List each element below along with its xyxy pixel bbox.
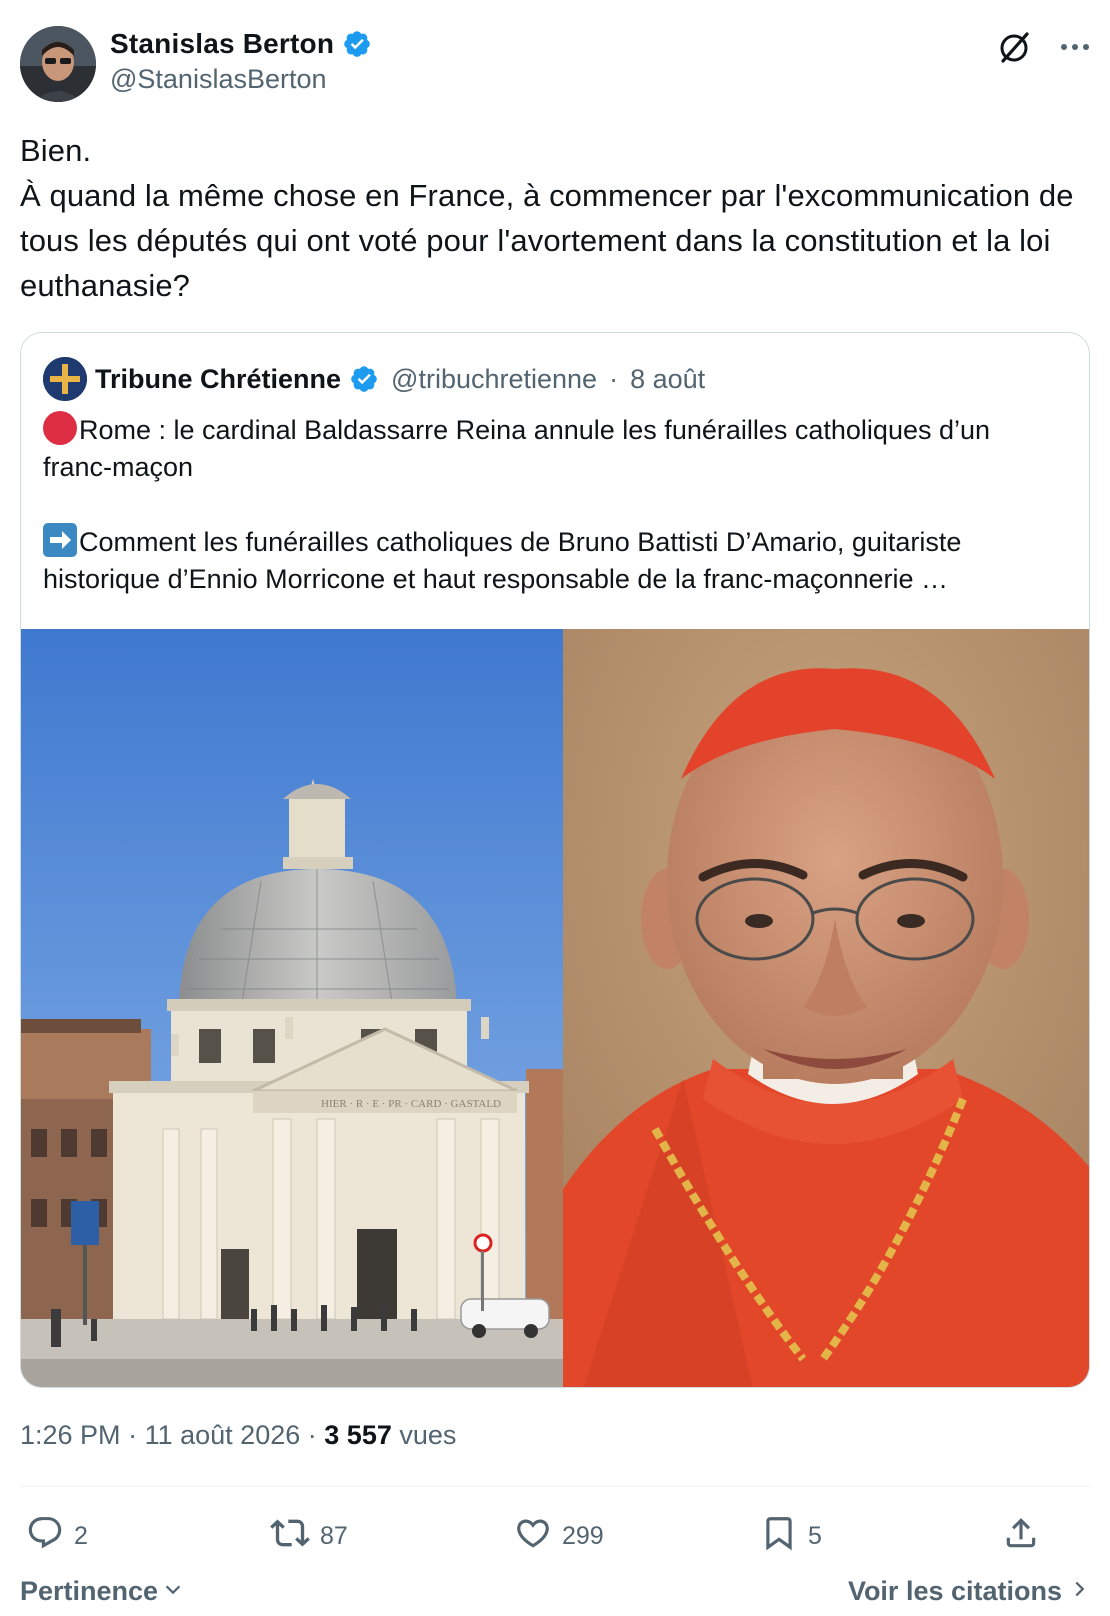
meta-separator: · <box>307 1420 317 1450</box>
church-photo[interactable]: HIER · R · E · PR · CARD · GASTALD <box>21 629 563 1387</box>
quoted-tweet-header: Tribune Chrétienne @tribuchretienne · 8 … <box>43 357 705 401</box>
bookmark-count: 5 <box>808 1521 822 1550</box>
tweet-date[interactable]: 11 août 2026 <box>145 1420 301 1450</box>
chevron-down-icon <box>162 1576 184 1607</box>
verified-badge-icon[interactable] <box>349 364 379 394</box>
verified-badge-icon[interactable] <box>342 29 372 59</box>
author-block: Stanislas Berton @StanislasBerton <box>110 28 372 95</box>
replies-footer: Pertinence Voir les citations <box>20 1576 1090 1612</box>
like-button[interactable]: 299 <box>514 1508 604 1564</box>
red-circle-emoji-icon <box>43 411 77 445</box>
grok-icon[interactable] <box>998 30 1032 64</box>
meta-separator: · <box>128 1420 138 1450</box>
repost-icon <box>270 1513 310 1560</box>
author-display-name[interactable]: Stanislas Berton <box>110 28 334 60</box>
reply-count: 2 <box>74 1521 88 1550</box>
view-quotes-label: Voir les citations <box>847 1576 1062 1606</box>
quoted-avatar[interactable] <box>43 357 87 401</box>
author-handle[interactable]: @StanislasBerton <box>110 64 372 95</box>
reply-icon <box>26 1514 64 1559</box>
share-button[interactable] <box>1002 1508 1040 1564</box>
share-icon <box>1002 1514 1040 1559</box>
views-count: 3 557 <box>324 1420 392 1450</box>
tweet-time[interactable]: 1:26 PM <box>20 1420 121 1450</box>
divider <box>20 1486 1090 1487</box>
quoted-tweet[interactable]: Tribune Chrétienne @tribuchretienne · 8 … <box>20 332 1090 1388</box>
action-bar: 2 87 299 5 <box>20 1508 1090 1564</box>
right-arrow-emoji-icon <box>43 523 77 557</box>
quoted-tweet-text: Rome : le cardinal Baldassarre Reina ann… <box>43 411 1063 635</box>
author-name[interactable]: Stanislas Berton <box>110 28 372 60</box>
tweet-meta: 1:26 PM · 11 août 2026 · 3 557 vues <box>20 1420 456 1451</box>
quoted-display-name[interactable]: Tribune Chrétienne <box>95 364 341 395</box>
cardinal-portrait-photo[interactable] <box>563 629 1089 1387</box>
sort-label: Pertinence <box>20 1576 159 1606</box>
view-quotes-link[interactable]: Voir les citations <box>848 1576 1090 1607</box>
quoted-handle[interactable]: @tribuchretienne <box>391 364 597 395</box>
repost-count: 87 <box>320 1521 348 1550</box>
header-actions <box>998 30 1090 64</box>
reply-button[interactable]: 2 <box>26 1508 88 1564</box>
quoted-separator: · <box>609 363 619 394</box>
more-icon[interactable] <box>1060 42 1090 52</box>
views-label: vues <box>399 1420 457 1450</box>
chevron-right-icon <box>1070 1576 1090 1607</box>
heart-icon <box>514 1514 552 1559</box>
avatar[interactable] <box>20 26 96 102</box>
quoted-paragraph-1: Rome : le cardinal Baldassarre Reina ann… <box>43 415 991 482</box>
bookmark-button[interactable]: 5 <box>760 1508 822 1564</box>
quoted-media[interactable]: HIER · R · E · PR · CARD · GASTALD <box>21 629 1089 1387</box>
repost-button[interactable]: 87 <box>270 1508 348 1564</box>
bookmark-icon <box>760 1514 798 1559</box>
like-count: 299 <box>562 1521 604 1550</box>
sort-dropdown[interactable]: Pertinence <box>20 1576 184 1607</box>
tweet-header: Stanislas Berton @StanislasBerton <box>20 26 1090 102</box>
quoted-author-name[interactable]: Tribune Chrétienne <box>95 364 379 395</box>
quoted-date[interactable]: 8 août <box>630 364 705 395</box>
facade-inscription: HIER · R · E · PR · CARD · GASTALD <box>321 1098 501 1110</box>
tweet-text: Bien. À quand la même chose en France, à… <box>20 133 1074 303</box>
quoted-paragraph-2: Comment les funérailles catholiques de B… <box>43 527 962 594</box>
